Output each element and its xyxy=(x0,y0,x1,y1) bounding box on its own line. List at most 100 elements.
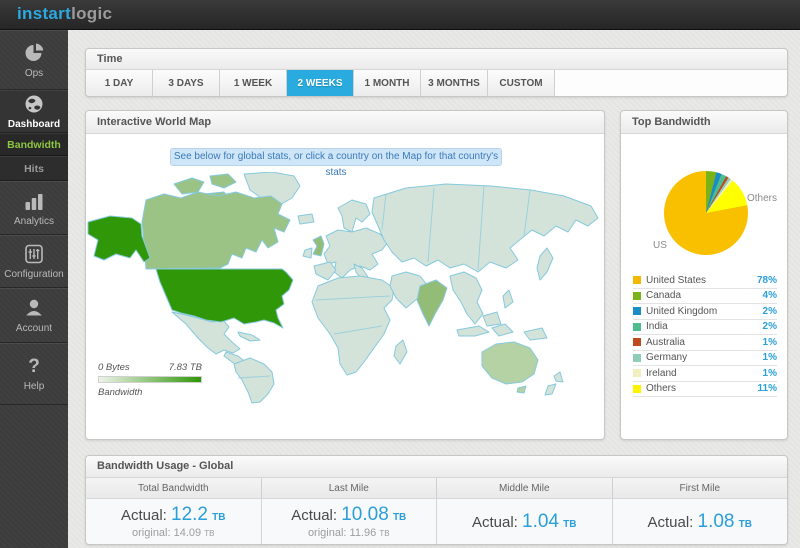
map-country-ireland xyxy=(302,247,313,259)
legend-min-value: 0 Bytes xyxy=(98,362,130,373)
percent-link[interactable]: 2% xyxy=(763,321,777,332)
legend-row-india[interactable]: India 2% xyxy=(633,320,777,335)
sidebar-label-dashboard: Dashboard xyxy=(7,119,61,130)
legend-row-germany[interactable]: Germany 1% xyxy=(633,351,777,366)
usage-column-headers: Total Bandwidth Last Mile Middle Mile Fi… xyxy=(86,478,787,499)
map-country-india[interactable] xyxy=(416,279,448,327)
map-country-japan xyxy=(536,247,554,281)
map-region-scandinavia xyxy=(337,199,371,233)
legend-row-others[interactable]: Others 11% xyxy=(633,382,777,397)
percent-link[interactable]: 4% xyxy=(763,290,777,301)
map-region-se-asia xyxy=(449,271,484,325)
map-panel-title: Interactive World Map xyxy=(86,111,604,134)
sidebar-item-help[interactable]: ? Help xyxy=(0,343,68,405)
pie-annotation-others: Others xyxy=(747,193,778,204)
percent-link[interactable]: 1% xyxy=(763,352,777,363)
time-button-2-weeks[interactable]: 2 WEEKS xyxy=(287,70,354,96)
actual-value: 10.08 xyxy=(341,504,389,525)
map-region-asia xyxy=(371,183,599,273)
swatch-united-kingdom xyxy=(633,307,641,316)
unit: TB xyxy=(563,518,577,530)
sidebar-label-bandwidth: Bandwidth xyxy=(7,138,61,151)
bandwidth-scale-legend: 0 Bytes 7.83 TB Bandwidth xyxy=(98,362,202,398)
column-header-first-mile: First Mile xyxy=(612,478,787,499)
map-country-uk[interactable] xyxy=(312,235,325,257)
percent-link[interactable]: 2% xyxy=(763,306,777,317)
sidebar-label-analytics: Analytics xyxy=(13,215,54,227)
map-country-philippines xyxy=(502,289,514,309)
percent-link[interactable]: 1% xyxy=(763,337,777,348)
sidebar: Ops Dashboard Bandwidth Hits Analytics C… xyxy=(0,30,68,548)
usage-cell-first-mile: Actual: 1.08 TB xyxy=(612,499,787,544)
map-info-bar: See below for global stats, or click a c… xyxy=(170,148,502,178)
legend-row-canada[interactable]: Canada 4% xyxy=(633,289,777,304)
map-country-madagascar xyxy=(393,339,408,365)
column-header-total-bandwidth: Total Bandwidth xyxy=(86,478,262,499)
map-region-borneo xyxy=(482,311,502,327)
swatch-others xyxy=(633,384,641,393)
map-region-indonesia xyxy=(456,325,490,337)
map-region-iberia xyxy=(313,261,337,281)
actual-value: 12.2 xyxy=(171,504,208,525)
percent-link[interactable]: 78% xyxy=(757,275,777,286)
map-region-south-america xyxy=(233,357,275,404)
time-button-1-month[interactable]: 1 MONTH xyxy=(354,70,421,96)
top-bandwidth-title: Top Bandwidth xyxy=(621,111,787,134)
percent-link[interactable]: 1% xyxy=(763,368,777,379)
top-header: instartlogic xyxy=(0,0,800,30)
legend-max-value: 7.83 TB xyxy=(168,362,202,373)
map-country-australia[interactable] xyxy=(481,341,539,394)
column-header-middle-mile: Middle Mile xyxy=(437,478,613,499)
user-icon xyxy=(26,299,42,316)
swatch-germany xyxy=(633,353,641,362)
sidebar-label-configuration: Configuration xyxy=(4,269,64,280)
actual-value: 1.08 xyxy=(697,510,735,532)
time-range-buttons: 1 DAY 3 DAYS 1 WEEK 2 WEEKS 1 MONTH 3 MO… xyxy=(86,70,787,96)
pie-annotation-us: US xyxy=(653,240,667,251)
usage-cell-last-mile: Actual: 10.08 TB original: 11.96 TB xyxy=(261,499,437,544)
sidebar-item-bandwidth[interactable]: Bandwidth xyxy=(0,133,68,156)
legend-row-ireland[interactable]: Ireland 1% xyxy=(633,366,777,382)
percent-link[interactable]: 11% xyxy=(758,383,777,394)
usage-cell-middle-mile: Actual: 1.04 TB xyxy=(437,499,613,544)
sidebar-item-account[interactable]: Account xyxy=(0,288,68,343)
sliders-icon xyxy=(25,244,43,264)
sidebar-item-hits[interactable]: Hits xyxy=(0,156,68,181)
sidebar-label-account: Account xyxy=(15,323,53,334)
pie-chart-icon xyxy=(25,43,44,61)
bandwidth-gradient-bar xyxy=(98,376,202,383)
map-country-iceland xyxy=(297,213,315,225)
logo-instart: instart xyxy=(17,4,72,23)
app-logo: instartlogic xyxy=(17,4,112,24)
pie-chart[interactable] xyxy=(664,171,748,255)
time-panel-title: Time xyxy=(86,49,787,70)
sidebar-label-ops: Ops xyxy=(24,67,44,79)
time-button-1-week[interactable]: 1 WEEK xyxy=(220,70,287,96)
sidebar-item-configuration[interactable]: Configuration xyxy=(0,235,68,288)
legend-row-australia[interactable]: Australia 1% xyxy=(633,335,777,351)
time-button-3-months[interactable]: 3 MONTHS xyxy=(421,70,488,96)
map-country-usa[interactable] xyxy=(155,268,294,329)
legend-row-united-kingdom[interactable]: United Kingdom 2% xyxy=(633,304,777,320)
pie-legend: United States 78% Canada 4% United Kingd… xyxy=(633,273,777,397)
map-country-new-zealand xyxy=(544,371,564,396)
legend-title: Bandwidth xyxy=(98,387,143,398)
usage-values-row: Actual: 12.2 TB original: 14.09 TB Actua… xyxy=(86,499,787,544)
time-button-1-day[interactable]: 1 DAY xyxy=(86,70,153,96)
time-button-custom[interactable]: CUSTOM xyxy=(488,70,555,96)
sidebar-label-help: Help xyxy=(23,380,45,392)
swatch-ireland xyxy=(633,369,641,378)
legend-row-united-states[interactable]: United States 78% xyxy=(633,273,777,289)
swatch-australia xyxy=(633,338,641,347)
logo-logic: logic xyxy=(71,4,113,23)
map-country-canada[interactable] xyxy=(141,191,291,270)
actual-value: 1.04 xyxy=(522,510,559,532)
sidebar-item-dashboard[interactable]: Dashboard xyxy=(0,90,68,133)
map-country-alaska[interactable] xyxy=(87,215,151,263)
question-mark-icon: ? xyxy=(28,355,40,377)
time-button-3-days[interactable]: 3 DAYS xyxy=(153,70,220,96)
swatch-canada xyxy=(633,291,641,300)
sidebar-item-analytics[interactable]: Analytics xyxy=(0,181,68,235)
swatch-india xyxy=(633,322,641,331)
sidebar-item-ops[interactable]: Ops xyxy=(0,30,68,90)
